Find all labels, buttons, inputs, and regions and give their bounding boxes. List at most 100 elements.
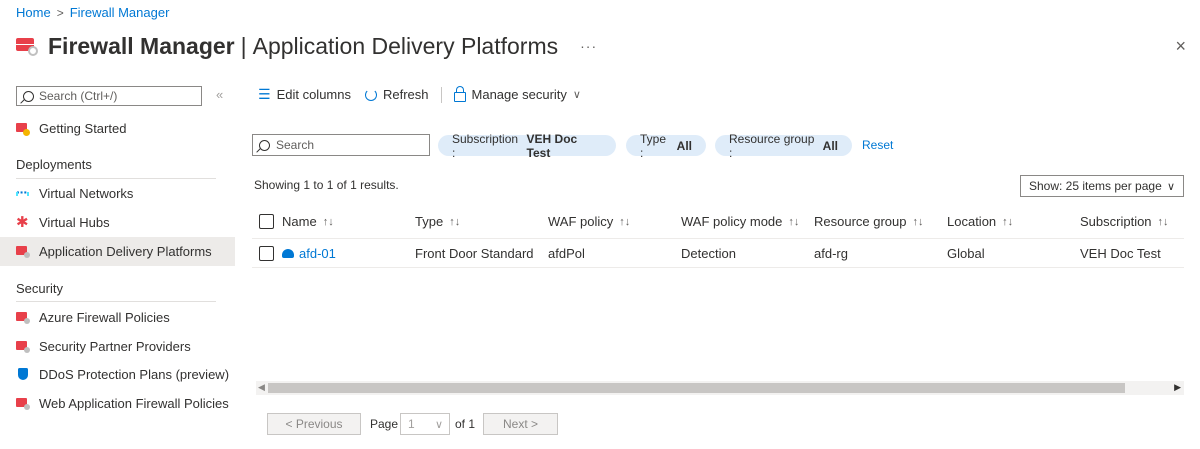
sort-icon: ↑↓	[619, 215, 631, 228]
waf-policy-link[interactable]: afdPol	[548, 246, 585, 261]
column-header-type[interactable]: Type ↑↓	[415, 214, 460, 229]
lock-icon	[453, 85, 466, 102]
sort-icon: ↑↓	[449, 215, 461, 228]
type-filter-label: Type :	[640, 131, 667, 160]
manage-security-label: Manage security	[471, 87, 567, 102]
edit-columns-button[interactable]: ☰ Edit columns	[258, 86, 351, 103]
type-filter-value: All	[676, 138, 692, 153]
scroll-right-icon[interactable]: ▶	[1174, 382, 1181, 393]
refresh-button[interactable]: Refresh	[364, 87, 429, 102]
reset-filters-link[interactable]: Reset	[862, 138, 893, 152]
column-header-label: Resource group	[814, 214, 907, 229]
sidebar-item-ddos-protection-plans[interactable]: DDoS Protection Plans (preview)	[0, 360, 235, 389]
column-header-label: Subscription	[1080, 214, 1152, 229]
shield-icon	[16, 367, 30, 382]
toolbar-divider	[440, 86, 442, 103]
row-location-cell: Global	[947, 246, 985, 261]
front-door-icon	[282, 249, 294, 259]
sidebar-item-label: Getting Started	[39, 121, 127, 136]
page-size-dropdown[interactable]: Show: 25 items per page ∨	[1020, 175, 1184, 197]
sidebar-item-virtual-hubs[interactable]: Virtual Hubs	[0, 208, 235, 237]
page-total-label: of 1	[455, 417, 476, 431]
column-header-label: Type	[415, 214, 444, 229]
page-number-value: 1	[408, 417, 415, 431]
title-separator: |	[240, 32, 247, 59]
getting-started-icon	[16, 122, 30, 136]
sidebar-item-label: Application Delivery Platforms	[39, 244, 212, 259]
sidebar-item-azure-firewall-policies[interactable]: Azure Firewall Policies	[0, 303, 235, 332]
column-header-label: Location	[947, 214, 997, 229]
column-header-waf-policy-mode[interactable]: WAF policy mode ↑↓	[681, 214, 799, 229]
breadcrumb-firewall-manager-link[interactable]: Firewall Manager	[70, 5, 170, 20]
sidebar-item-getting-started[interactable]: Getting Started	[0, 114, 235, 143]
column-header-location[interactable]: Location ↑↓	[947, 214, 1013, 229]
search-icon	[259, 139, 270, 151]
next-page-button[interactable]: Next >	[483, 413, 558, 435]
sidebar-item-waf-policies[interactable]: Web Application Firewall Policies	[0, 389, 235, 418]
breadcrumb: Home > Firewall Manager	[16, 5, 169, 20]
results-count: Showing 1 to 1 of 1 results.	[254, 178, 399, 192]
firewall-icon	[16, 245, 30, 259]
search-icon	[23, 90, 34, 102]
sort-icon: ↑↓	[322, 215, 334, 228]
row-name-cell[interactable]: afd-01	[282, 246, 336, 261]
column-header-waf-policy[interactable]: WAF policy ↑↓	[548, 214, 630, 229]
resource-group-filter-pill[interactable]: Resource group : All	[715, 132, 852, 160]
sidebar-section-security: Security	[16, 281, 63, 296]
sidebar-item-label: DDoS Protection Plans (preview)	[39, 367, 230, 382]
previous-page-button[interactable]: < Previous	[267, 413, 361, 435]
firewall-icon	[16, 311, 30, 325]
manage-security-button[interactable]: Manage security ∨	[453, 85, 581, 102]
row-resource-group-cell: afd-rg	[814, 246, 848, 261]
select-all-checkbox[interactable]	[259, 214, 274, 229]
sidebar-item-application-delivery-platforms[interactable]: Application Delivery Platforms	[0, 237, 235, 266]
horizontal-scrollbar[interactable]: ◀ ▶	[256, 381, 1184, 395]
row-subscription-cell: VEH Doc Test	[1080, 246, 1161, 261]
column-header-name[interactable]: Name ↑↓	[282, 214, 334, 229]
subscription-filter-value: VEH Doc Test	[526, 131, 578, 160]
page-number-dropdown[interactable]: 1 ∨	[400, 413, 450, 435]
column-header-label: Name	[282, 214, 317, 229]
subscription-filter-label: Subscription :	[452, 131, 519, 160]
collapse-sidebar-icon[interactable]: «	[216, 87, 223, 102]
breadcrumb-home-link[interactable]: Home	[16, 5, 51, 20]
sidebar-item-label: Virtual Networks	[39, 186, 134, 201]
column-header-label: WAF policy	[548, 214, 614, 229]
resource-search-placeholder: Search	[276, 138, 315, 152]
page-subtitle: Application Delivery Platforms	[252, 32, 559, 59]
breadcrumb-separator: >	[56, 5, 64, 20]
more-options-icon[interactable]: ···	[580, 38, 597, 54]
column-header-resource-group[interactable]: Resource group ↑↓	[814, 214, 924, 229]
scroll-left-icon[interactable]: ◀	[258, 382, 265, 393]
chevron-down-icon: ∨	[572, 89, 581, 101]
resource-name-link[interactable]: afd-01	[299, 246, 336, 261]
sort-icon: ↑↓	[1002, 215, 1014, 228]
virtual-network-icon	[16, 184, 30, 201]
column-header-subscription[interactable]: Subscription ↑↓	[1080, 214, 1169, 229]
page-title: Firewall Manager	[48, 32, 235, 59]
firewall-icon	[16, 397, 30, 411]
scrollbar-thumb[interactable]	[268, 383, 1125, 393]
chevron-down-icon: ∨	[1166, 181, 1175, 193]
table-row-divider	[252, 267, 1184, 268]
sort-icon: ↑↓	[912, 215, 924, 228]
sidebar-item-label: Azure Firewall Policies	[39, 310, 170, 325]
firewall-icon	[16, 340, 30, 354]
subscription-filter-pill[interactable]: Subscription : VEH Doc Test	[438, 132, 616, 160]
sidebar-item-virtual-networks[interactable]: Virtual Networks	[0, 179, 235, 208]
close-icon[interactable]: ×	[1175, 36, 1186, 57]
sidebar-search-placeholder: Search (Ctrl+/)	[39, 89, 118, 103]
columns-icon: ☰	[258, 86, 271, 102]
sidebar-item-label: Virtual Hubs	[39, 215, 110, 230]
sidebar-search-input[interactable]: Search (Ctrl+/)	[16, 86, 202, 106]
sidebar-item-security-partner-providers[interactable]: Security Partner Providers	[0, 332, 235, 361]
sort-icon: ↑↓	[1157, 215, 1169, 228]
page-size-value: Show: 25 items per page	[1029, 179, 1162, 193]
resource-search-input[interactable]: Search	[252, 134, 430, 156]
type-filter-pill[interactable]: Type : All	[626, 132, 706, 160]
row-checkbox[interactable]	[259, 246, 274, 261]
resource-group-filter-value: All	[822, 138, 838, 153]
page-header: Firewall Manager | Application Delivery …	[16, 30, 597, 62]
chevron-down-icon: ∨	[434, 419, 443, 431]
virtual-hub-icon	[16, 213, 30, 231]
